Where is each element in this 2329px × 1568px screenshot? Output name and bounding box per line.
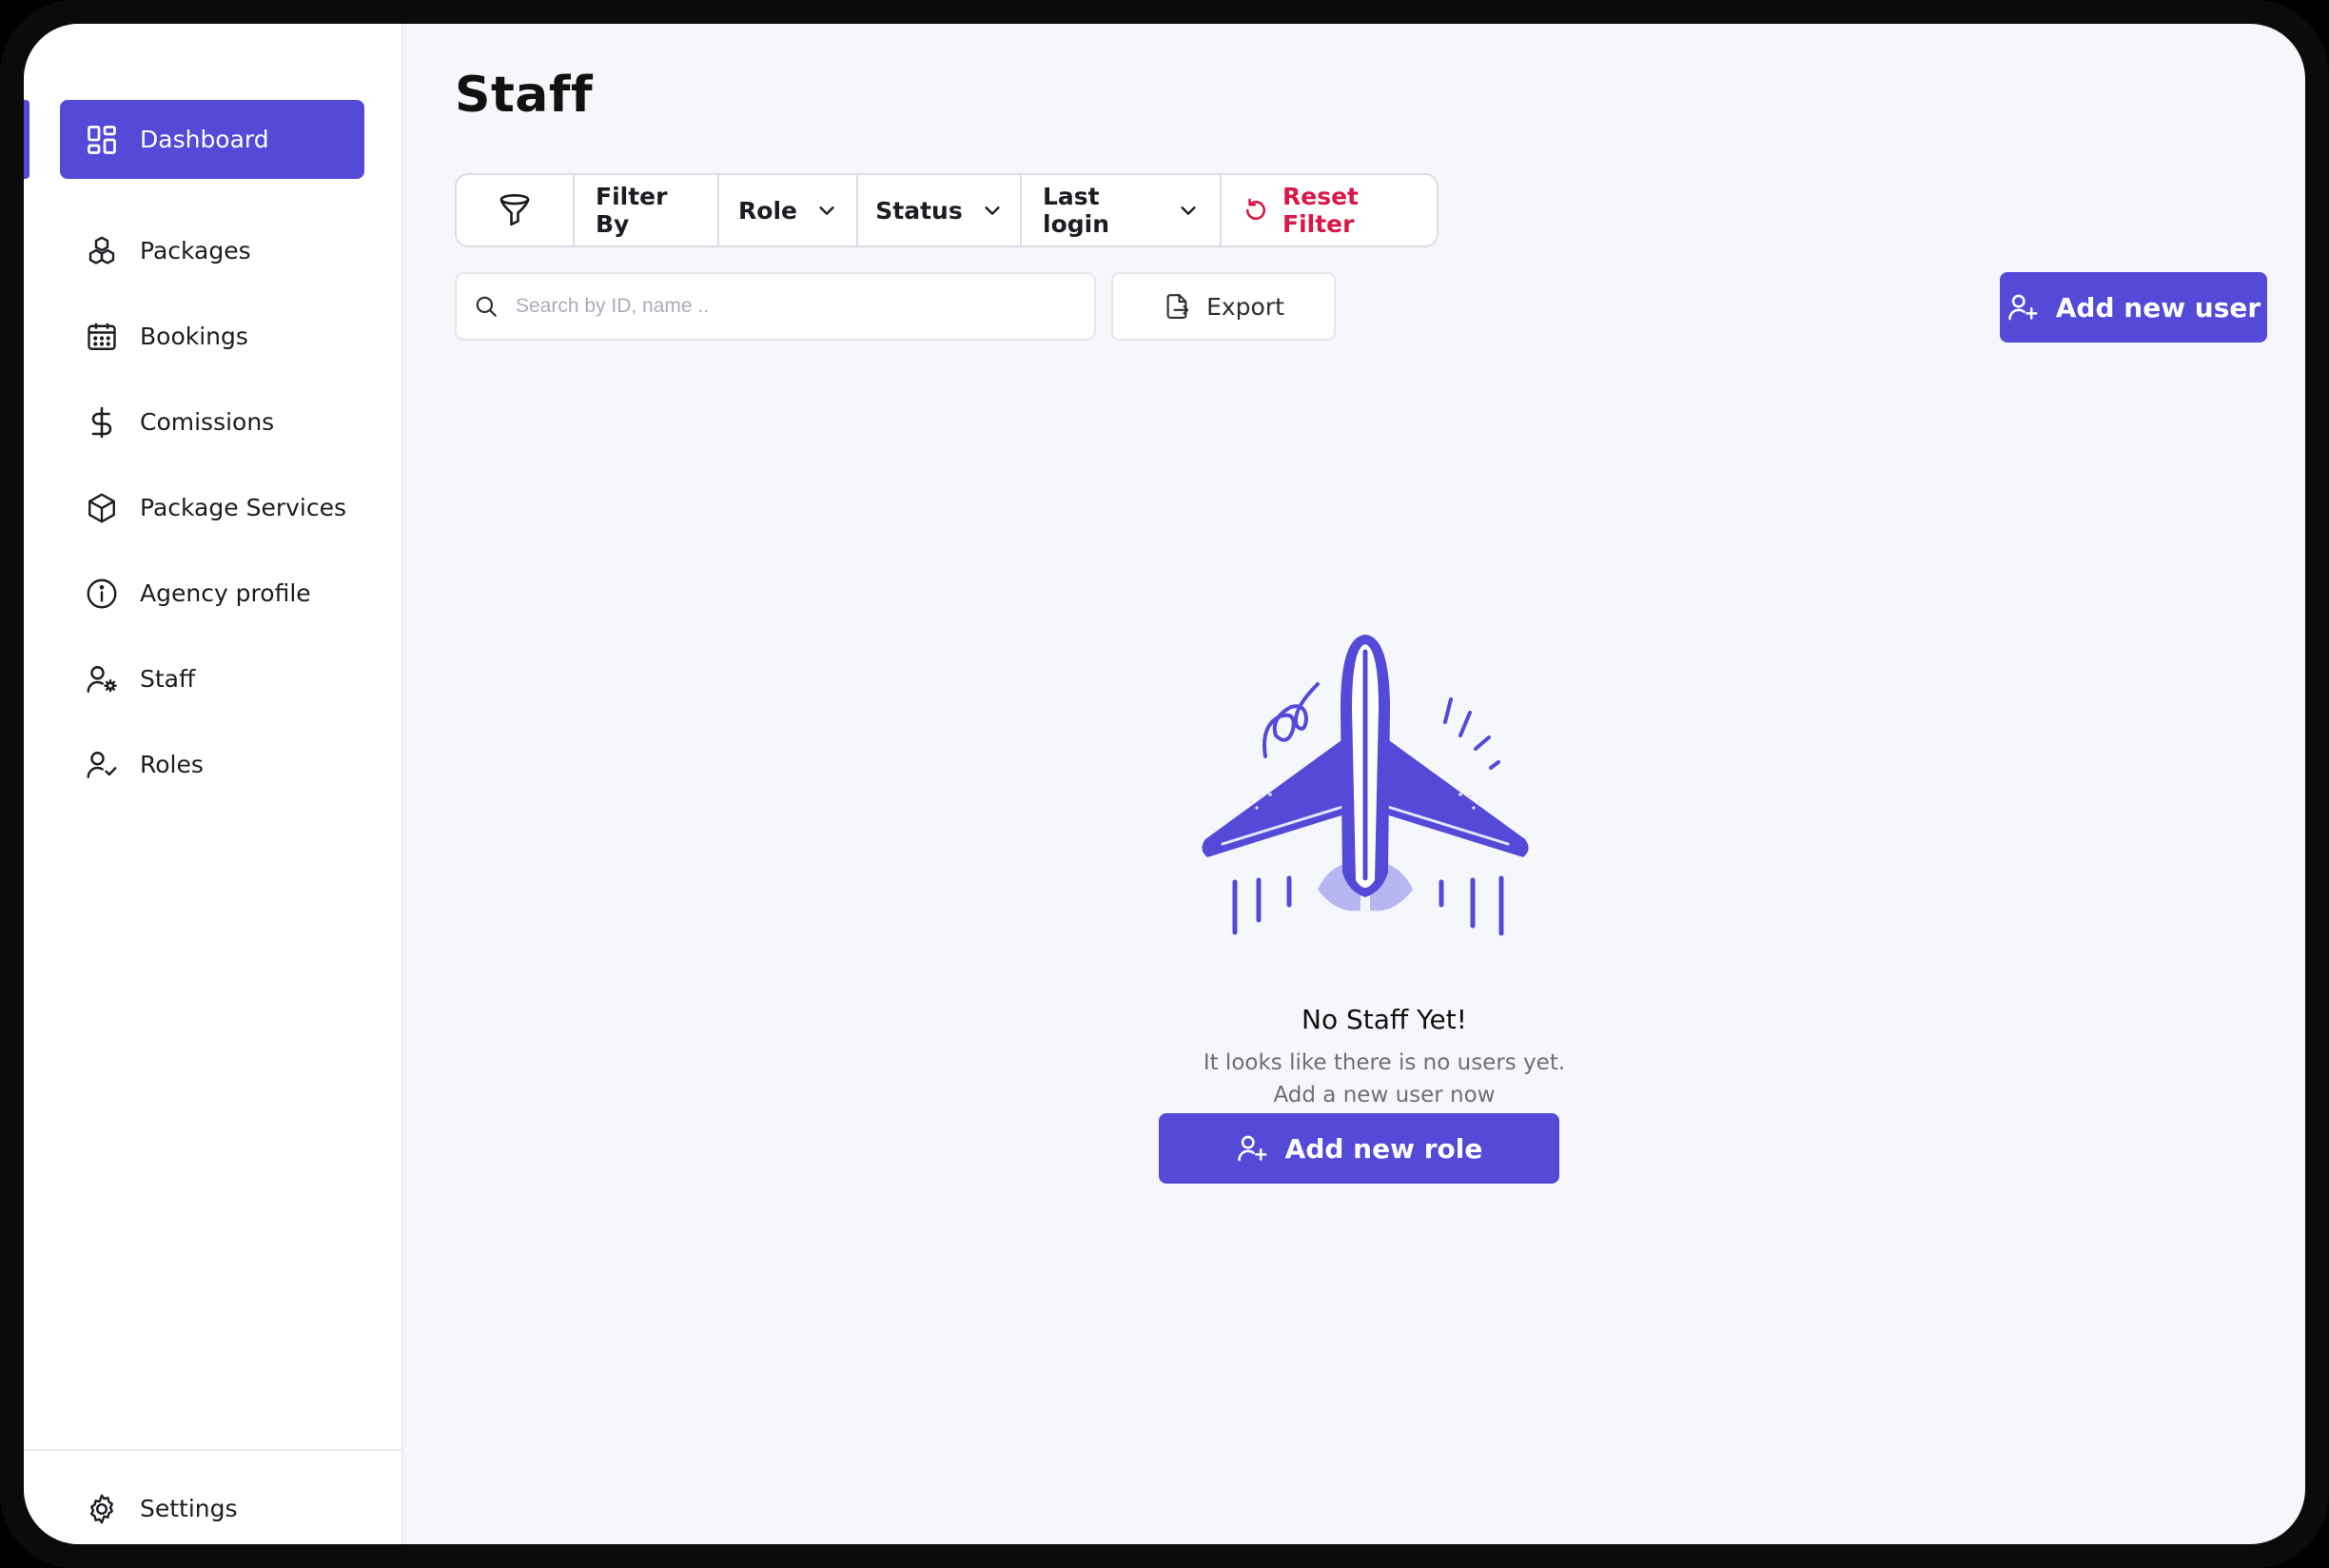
last-login-filter-label: Last login <box>1043 183 1110 238</box>
empty-state-title: No Staff Yet! <box>1302 1004 1467 1035</box>
empty-state-text-line1: It looks like there is no users yet. <box>1203 1050 1566 1075</box>
status-filter-label: Status <box>875 196 963 225</box>
reset-filter-label: Reset Filter <box>1282 183 1359 238</box>
page-title: Staff <box>455 67 594 124</box>
filter-by-label: Filter By <box>575 175 719 245</box>
app-screen: Dashboard Packages Bookings Comissions P… <box>24 24 2305 1544</box>
box-icon <box>88 493 115 522</box>
sidebar-item-label: Packages <box>140 237 251 265</box>
calendar-icon <box>88 323 116 350</box>
export-button[interactable]: Export <box>1111 272 1336 341</box>
user-gear-icon <box>87 665 117 693</box>
sidebar-item-label: Staff <box>140 665 196 693</box>
funnel-icon <box>499 193 530 226</box>
dollar-icon <box>91 406 112 438</box>
sidebar-item-label: Dashboard <box>140 126 269 153</box>
sidebar-item-label: Roles <box>140 751 204 778</box>
active-indicator <box>24 100 29 179</box>
sidebar-item-settings[interactable]: Settings <box>60 1469 364 1544</box>
sidebar: Dashboard Packages Bookings Comissions P… <box>24 24 403 1544</box>
sidebar-item-label: Comissions <box>140 408 275 436</box>
sidebar-item-label: Settings <box>140 1495 238 1522</box>
add-new-role-label: Add new role <box>1284 1132 1483 1165</box>
sidebar-item-package-services[interactable]: Package Services <box>60 468 364 547</box>
search-icon <box>476 296 497 317</box>
export-icon <box>1166 294 1189 319</box>
add-new-user-button[interactable]: Add new user <box>2000 272 2267 343</box>
chevron-down-icon <box>985 206 1000 215</box>
gear-icon <box>90 1494 113 1523</box>
role-filter-label: Role <box>738 196 797 225</box>
add-new-user-label: Add new user <box>2055 291 2261 323</box>
cubes-icon <box>88 236 115 265</box>
sidebar-divider <box>24 1449 401 1451</box>
search-input[interactable] <box>514 294 1094 319</box>
dashboard-icon <box>88 125 116 154</box>
search-box <box>455 272 1096 341</box>
sidebar-item-roles[interactable]: Roles <box>60 725 364 804</box>
sidebar-item-packages[interactable]: Packages <box>60 211 364 290</box>
status-filter-dropdown[interactable]: Status <box>858 175 1022 245</box>
empty-state-text-line2: Add a new user now <box>1273 1083 1496 1107</box>
sidebar-item-comissions[interactable]: Comissions <box>60 382 364 461</box>
sidebar-item-agency-profile[interactable]: Agency profile <box>60 554 364 633</box>
add-new-role-button[interactable]: Add new role <box>1159 1113 1559 1184</box>
user-check-icon <box>87 751 117 778</box>
filter-icon-cell <box>457 175 575 245</box>
sidebar-item-dashboard[interactable]: Dashboard <box>60 100 364 179</box>
sidebar-item-bookings[interactable]: Bookings <box>60 297 364 376</box>
filter-bar: Filter By Role Status Last login Reset F… <box>455 173 1438 247</box>
sidebar-item-label: Package Services <box>140 494 346 521</box>
chevron-down-icon <box>1181 206 1196 215</box>
sidebar-item-label: Bookings <box>140 323 248 350</box>
export-label: Export <box>1206 292 1284 321</box>
user-plus-icon <box>1237 1135 1267 1162</box>
chevron-down-icon <box>819 206 834 215</box>
reset-icon <box>1245 198 1265 221</box>
sidebar-item-staff[interactable]: Staff <box>60 639 364 718</box>
user-plus-icon <box>2008 294 2038 321</box>
role-filter-dropdown[interactable]: Role <box>719 175 858 245</box>
device-frame: Dashboard Packages Bookings Comissions P… <box>0 0 2329 1568</box>
info-icon <box>87 578 117 608</box>
reset-filter-button[interactable]: Reset Filter <box>1222 175 1437 245</box>
last-login-filter-dropdown[interactable]: Last login <box>1022 175 1222 245</box>
sidebar-item-label: Agency profile <box>140 579 311 607</box>
airplane-illustration <box>1202 635 1529 936</box>
